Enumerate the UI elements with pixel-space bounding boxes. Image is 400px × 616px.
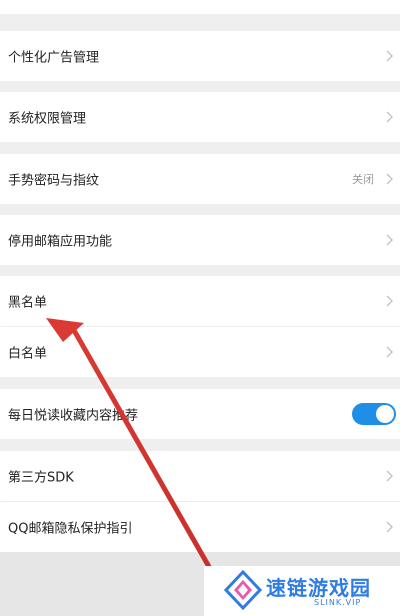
row-label: 系统权限管理 <box>8 111 87 127</box>
toggle-knob <box>376 405 394 423</box>
row-third-party-sdk[interactable]: 第三方SDK <box>0 451 400 501</box>
row-whitelist[interactable]: 白名单 <box>0 327 400 377</box>
row-disable-mail-features[interactable]: 停用邮箱应用功能 <box>0 215 400 265</box>
row-privacy-guide[interactable]: QQ邮箱隐私保护指引 <box>0 502 400 552</box>
row-label: QQ邮箱隐私保护指引 <box>8 521 133 537</box>
row-blacklist[interactable]: 黑名单 <box>0 276 400 326</box>
row-gesture-fingerprint[interactable]: 手势密码与指纹 关闭 <box>0 154 400 204</box>
status-value: 关闭 <box>352 173 374 186</box>
chevron-right-icon <box>386 470 394 482</box>
watermark-subtitle: SLINK.VIP <box>314 598 362 607</box>
chevron-right-icon <box>386 111 394 123</box>
watermark-title: 速链游戏园 <box>266 576 371 600</box>
chevron-right-icon <box>386 346 394 358</box>
row-daily-reading-recommend: 每日悦读收藏内容推荐 <box>0 389 400 439</box>
top-row-partial <box>0 0 400 14</box>
settings-page: 个性化广告管理 系统权限管理 手势密码与指纹 关闭 停用邮箱应用功能 黑名单 白… <box>0 0 400 616</box>
row-label: 白名单 <box>8 346 48 362</box>
row-label: 第三方SDK <box>8 470 74 486</box>
chevron-right-icon <box>386 50 394 62</box>
diamond-logo-icon <box>224 570 262 610</box>
row-label: 手势密码与指纹 <box>8 173 100 189</box>
row-label: 黑名单 <box>8 295 48 311</box>
row-personalized-ads[interactable]: 个性化广告管理 <box>0 31 400 81</box>
row-label: 个性化广告管理 <box>8 50 100 66</box>
row-label: 每日悦读收藏内容推荐 <box>8 408 139 424</box>
chevron-right-icon <box>386 173 394 185</box>
chevron-right-icon <box>386 295 394 307</box>
chevron-right-icon <box>386 521 394 533</box>
watermark: 速链游戏园 SLINK.VIP <box>204 566 400 616</box>
row-system-permissions[interactable]: 系统权限管理 <box>0 92 400 142</box>
recommend-toggle[interactable] <box>352 403 396 425</box>
row-label: 停用邮箱应用功能 <box>8 234 113 250</box>
chevron-right-icon <box>386 234 394 246</box>
